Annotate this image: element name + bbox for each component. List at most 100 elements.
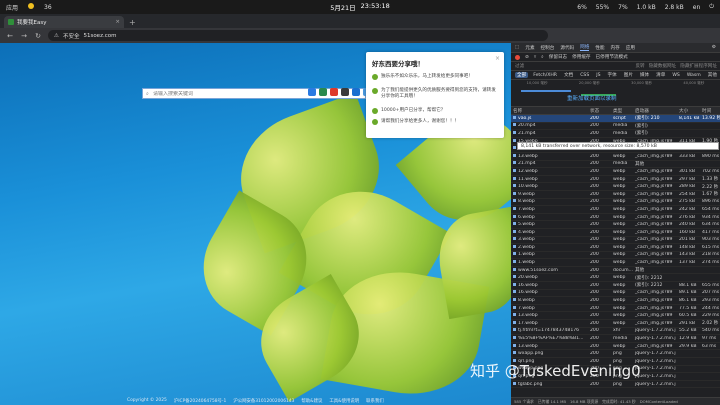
type-wasm[interactable]: Wasm (685, 73, 703, 78)
reload-icon[interactable]: ↻ (34, 32, 42, 40)
engine-icon-1[interactable] (308, 88, 316, 96)
disable-cache-checkbox[interactable]: 停用缓存 (572, 54, 590, 60)
table-row[interactable]: 8.webp 200 webp _cach_img.js?89 275 kB 896 ms (511, 199, 720, 207)
filter-input[interactable]: 过滤 (515, 63, 635, 69)
table-row[interactable]: 6.webp 200 webp _cach_img.js?89 276 kB 934 ms (511, 214, 720, 222)
usage-link[interactable]: 工具&使用说明 (329, 398, 359, 404)
new-tab-icon[interactable]: + (129, 18, 136, 27)
back-icon[interactable]: ← (6, 32, 14, 40)
tab-console[interactable]: 控制台 (541, 45, 555, 51)
language-label[interactable]: en (693, 4, 701, 11)
tab-application[interactable]: 应用 (626, 45, 635, 51)
row-type: png (613, 351, 622, 357)
not-secure-icon[interactable]: ⚠ (54, 33, 59, 39)
record-icon[interactable] (515, 54, 520, 60)
help-link[interactable]: 帮助&建议 (301, 398, 322, 404)
table-row[interactable]: 16.webp 200 webp _cach_img.js?89 89.1 kB 207 … (511, 290, 720, 298)
preserve-log-checkbox[interactable]: 保留日志 (549, 54, 567, 60)
type-font[interactable]: 字体 (606, 72, 619, 78)
type-all[interactable]: 全部 (515, 72, 529, 78)
table-row[interactable]: 13.webp 200 webp _cach_img.js?89 333 kB 890 m… (511, 153, 720, 161)
table-row[interactable]: 4.webp 200 webp _cach_img.js?89 160 kB 417 ms (511, 229, 720, 237)
table-row[interactable]: 7.webp 200 webp _cach_img.js?89 242 kB 654 ms (511, 206, 720, 214)
table-row[interactable]: 10.webp 200 webp _cach_img.js?89 289 kB 2.22 … (511, 183, 720, 191)
table-row[interactable]: 11.webp 200 webp _cach_img.js?89 297 kB 1.33 … (511, 176, 720, 184)
browser-tab[interactable]: 我要我Easy × (4, 16, 124, 28)
throttling-select[interactable]: 已停用节流模式 (596, 54, 628, 60)
table-row[interactable]: 8.webp 200 webp _cach_img.js?89 86.1 kB 293 m… (511, 297, 720, 305)
col-type[interactable]: 类型 (611, 108, 633, 114)
col-time[interactable]: 时间 (700, 108, 720, 114)
forward-icon[interactable]: → (20, 32, 28, 40)
network-overview[interactable]: 10,000 毫秒 20,000 毫秒 30,000 毫秒 40,000 毫秒 … (511, 80, 720, 107)
tab-network[interactable]: 网络 (580, 44, 590, 51)
table-row[interactable]: 7.webp 200 webp _cach_img.js?89 77.5 kB 244 m… (511, 305, 720, 313)
engine-icon-2[interactable] (319, 88, 327, 96)
inspect-icon[interactable]: ⬚ (515, 45, 519, 50)
table-row[interactable]: 13.webp 200 webp _cach_img.js?89 60.5 kB 229 … (511, 312, 720, 321)
engine-icon-3[interactable] (330, 88, 338, 96)
tab-title: 我要我Easy (17, 20, 47, 26)
table-row[interactable]: 5.webp 200 webp _cach_img.js?89 240 kB 634 ms (511, 221, 720, 229)
table-row[interactable]: 21.mp4 200 media 其他 (511, 161, 720, 169)
engine-icon-4[interactable] (341, 88, 349, 96)
table-row[interactable]: 2.webp 200 webp _cach_img.js?89 148 kB 615 ms (511, 244, 720, 252)
police-record-link[interactable]: 沪公网安备31012002006143 (233, 398, 294, 404)
hide-extension-urls-checkbox[interactable]: 隐藏扩展程序网址 (680, 63, 717, 69)
type-fetch-xhr[interactable]: Fetch/XHR (531, 73, 559, 78)
type-ws[interactable]: WS (670, 73, 681, 78)
col-status[interactable]: 状态 (588, 108, 611, 114)
table-row[interactable]: tglabc.png 200 png jquery-1.7.2.min.j (511, 381, 720, 389)
table-row[interactable]: tj.html?t=1747843748176 200 xhr jquery-1.7.… (511, 328, 720, 336)
type-manifest[interactable]: 清单 (654, 72, 667, 78)
battery-usage: 7% (618, 3, 628, 11)
icp-link[interactable]: 沪ICP备2024064758号-1 (174, 398, 227, 404)
table-row[interactable]: 3.webp 200 webp _cach_img.js?89 201 kB 903 ms (511, 237, 720, 245)
engine-icon-5[interactable] (352, 88, 360, 96)
row-status: 200 (590, 130, 599, 136)
table-row[interactable]: %E5%8F%AF%E7%88%B1... 200 media jquery-1.7.… (511, 335, 720, 343)
tab-memory[interactable]: 内存 (611, 45, 620, 51)
type-css[interactable]: CSS (578, 73, 591, 78)
apps-label[interactable]: 应用 (6, 3, 18, 12)
clear-icon[interactable]: ⊘ (525, 55, 529, 60)
tab-sources[interactable]: 源代码 (560, 45, 574, 51)
table-row[interactable]: 20.mp4 200 media (索引) (511, 123, 720, 131)
table-row[interactable]: 17.webp 200 webp _cach_img.js?89 291 kB 2.02 … (511, 320, 720, 328)
col-size[interactable]: 大小 (677, 108, 700, 114)
tab-close-icon[interactable]: × (115, 19, 120, 25)
table-row[interactable]: 12.webp 200 webp _cach_img.js?89 301 kB 702 m… (511, 168, 720, 176)
hide-data-urls-checkbox[interactable]: 隐藏数据网址 (649, 63, 677, 69)
table-row[interactable]: 20.webp 200 webp (索引): 2212 (511, 274, 720, 283)
address-bar[interactable]: ⚠ 不安全 51soez.com (48, 30, 548, 41)
table-row[interactable]: 13.webp 200 webp _cach_img.js?89 29.9 kB 63 m… (511, 343, 720, 351)
settings-icon[interactable]: ⚙ (712, 45, 716, 50)
type-media[interactable]: 媒体 (638, 72, 651, 78)
table-row[interactable]: 9.webp 200 webp _cach_img.js?89 254 kB 1.67 秒 (511, 191, 720, 199)
type-img[interactable]: 图片 (622, 72, 635, 78)
table-row[interactable]: vao.js 200 script (索引): 210 8,141 kB 13.92 秒 (511, 115, 720, 123)
row-type: media (613, 161, 628, 167)
table-row[interactable]: 16.webp 200 webp (索引): 2212 88.1 kB 655 ms (511, 282, 720, 290)
col-name[interactable]: 名称 (511, 108, 588, 114)
row-status: 200 (590, 313, 599, 319)
type-doc[interactable]: 文档 (562, 72, 575, 78)
power-icon[interactable]: ⏻ (709, 3, 714, 11)
tab-elements[interactable]: 元素 (525, 45, 534, 51)
popup-close-icon[interactable]: × (495, 55, 500, 62)
table-row[interactable]: 1.webp 200 webp _cach_img.js?89 143 kB 218 ms (511, 252, 720, 260)
type-other[interactable]: 其他 (706, 72, 719, 78)
network-search-icon[interactable]: ⌕ (541, 54, 544, 60)
filter-icon[interactable]: ▿ (534, 55, 536, 60)
table-row[interactable]: 21.mp4 200 media (索引) (511, 130, 720, 138)
table-row[interactable]: www.51soez.com 200 docum... 其他 (511, 267, 720, 275)
col-initiator[interactable]: 启动器 (633, 108, 677, 114)
table-row[interactable]: 1.webp 200 webp _cach_img.js?89 137 kB 274 ms (511, 259, 720, 267)
invert-checkbox[interactable]: 反转 (635, 63, 644, 69)
contact-link[interactable]: 联系我们 (366, 398, 384, 404)
type-js[interactable]: JS (594, 73, 602, 78)
url-text[interactable]: 51soez.com (83, 33, 116, 39)
row-initiator: _cach_img.js?89 (635, 214, 673, 220)
tab-performance[interactable]: 性能 (595, 45, 604, 51)
table-row[interactable]: wxapp.png 200 png jquery-1.7.2.min.j (511, 350, 720, 358)
